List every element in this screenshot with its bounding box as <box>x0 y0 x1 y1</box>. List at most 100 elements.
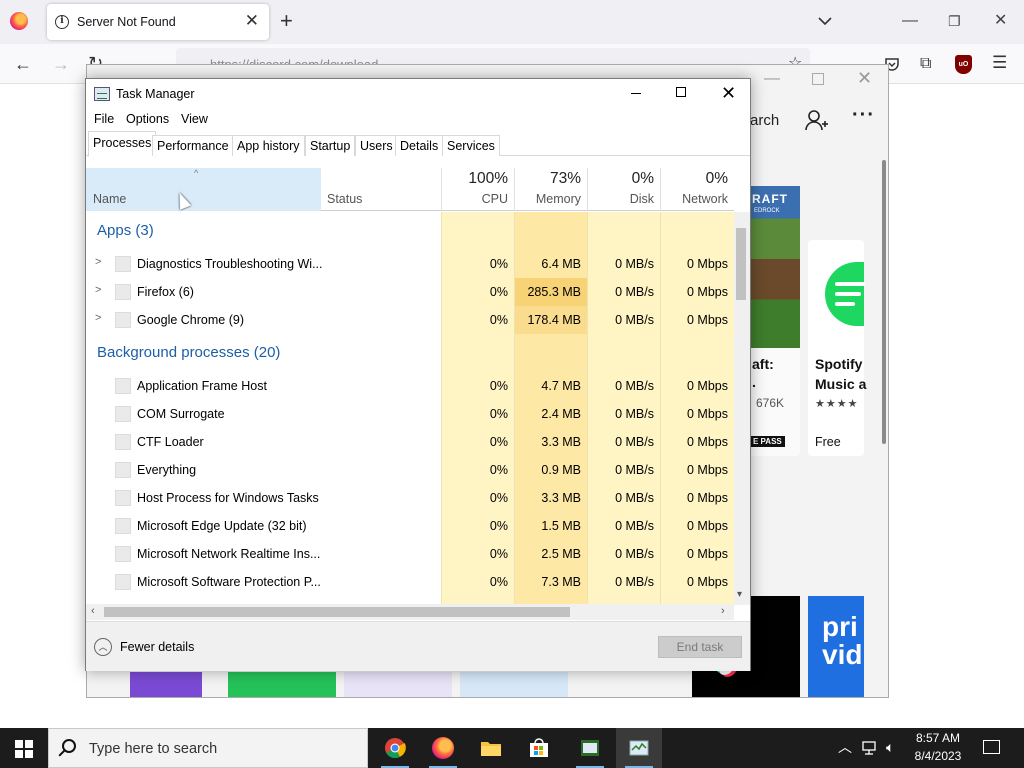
column-header-cpu[interactable]: 100% CPU <box>441 168 514 211</box>
process-name: CTF Loader <box>137 435 204 449</box>
more-options-icon[interactable]: ··· <box>852 104 875 127</box>
scroll-right-icon[interactable]: › <box>721 605 725 617</box>
scroll-left-icon[interactable]: ‹ <box>91 605 95 617</box>
taskbar-search-box[interactable]: Type here to search <box>48 728 368 768</box>
end-task-button[interactable]: End task <box>658 636 742 658</box>
process-icon <box>115 462 131 478</box>
app-tile-fragment[interactable] <box>460 672 568 697</box>
volume-icon[interactable]: 🔈︎ <box>886 739 894 755</box>
clock-date[interactable]: 8/4/2023 <box>910 749 966 763</box>
store-maximize-icon[interactable] <box>812 73 824 85</box>
table-row[interactable]: > Firefox (6) 0% 285.3 MB 0 MB/s 0 Mbps <box>86 278 734 306</box>
taskbar-store[interactable] <box>516 728 562 768</box>
expand-chevron-icon[interactable]: > <box>95 284 101 296</box>
menu-file[interactable]: File <box>94 112 114 126</box>
action-center-icon[interactable] <box>983 740 1000 754</box>
table-row[interactable]: Host Process for Windows Tasks 0% 3.3 MB… <box>86 484 734 512</box>
group-header-apps[interactable]: Apps (3) <box>86 219 734 247</box>
table-row[interactable]: Microsoft Network Realtime Ins... 0% 2.5… <box>86 540 734 568</box>
table-row[interactable]: > Diagnostics Troubleshooting Wi... 0% 6… <box>86 250 734 278</box>
taskbar-app-green[interactable] <box>567 728 613 768</box>
whatsapp-tile-fragment[interactable] <box>228 672 336 697</box>
browser-restore-icon[interactable]: ❐ <box>948 10 961 32</box>
column-header-memory[interactable]: 73% Memory <box>514 168 587 211</box>
extensions-icon[interactable]: ⧉ <box>920 54 931 74</box>
menu-bar: File Options View <box>86 109 750 129</box>
tab-services[interactable]: Services <box>442 135 500 156</box>
store-close-icon[interactable]: ✕ <box>857 68 872 89</box>
process-name: Google Chrome (9) <box>137 313 244 327</box>
process-list[interactable]: Apps (3) > Diagnostics Troubleshooting W… <box>86 212 734 604</box>
show-hidden-icons-icon[interactable]: ︿ <box>838 739 852 755</box>
disk-value: 0 MB/s <box>615 575 654 589</box>
taskbar-chrome[interactable] <box>372 728 418 768</box>
tab-performance[interactable]: Performance <box>152 135 234 156</box>
expand-chevron-icon[interactable]: > <box>95 256 101 268</box>
table-row[interactable]: Microsoft Software Protection P... 0% 7.… <box>86 568 734 596</box>
user-account-icon[interactable] <box>804 108 828 132</box>
process-icon <box>115 434 131 450</box>
chevron-up-icon[interactable]: ︿ <box>94 638 112 656</box>
close-tab-icon[interactable]: ✕ <box>245 12 259 30</box>
tab-details[interactable]: Details <box>395 135 444 156</box>
table-row[interactable]: Everything 0% 0.9 MB 0 MB/s 0 Mbps <box>86 456 734 484</box>
browser-minimize-icon[interactable]: — <box>902 10 918 32</box>
menu-view[interactable]: View <box>181 112 208 126</box>
prime-video-tile[interactable]: pri vid <box>808 596 864 697</box>
close-icon[interactable]: ✕ <box>721 82 736 104</box>
process-name: Host Process for Windows Tasks <box>137 491 319 505</box>
tab-startup[interactable]: Startup <box>305 135 356 156</box>
browser-close-icon[interactable]: ✕ <box>994 10 1007 32</box>
app-tile-fragment[interactable] <box>130 672 202 697</box>
column-header-disk[interactable]: 0% Disk <box>587 168 660 211</box>
menu-options[interactable]: Options <box>126 112 169 126</box>
store-icon <box>530 738 548 757</box>
tab-users[interactable]: Users <box>355 135 398 156</box>
tab-app-history[interactable]: App history <box>232 135 305 156</box>
disk-value: 0 MB/s <box>615 285 654 299</box>
cpu-value: 0% <box>489 285 508 299</box>
ublock-origin-icon[interactable]: uO <box>955 55 972 74</box>
back-icon[interactable]: ← <box>14 54 32 74</box>
scrollbar-thumb[interactable] <box>104 607 570 617</box>
forward-icon[interactable]: → <box>52 54 70 74</box>
scrollbar-thumb[interactable] <box>736 228 746 300</box>
app-name-line2: . <box>752 374 756 390</box>
store-search-label[interactable]: arch <box>750 112 779 129</box>
app-tile-fragment[interactable] <box>344 672 452 697</box>
column-label-status[interactable]: Status <box>327 192 362 206</box>
store-minimize-icon[interactable]: — <box>764 70 780 88</box>
network-value: 0 Mbps <box>687 547 728 561</box>
cpu-value: 0% <box>489 379 508 393</box>
cpu-value: 0% <box>489 575 508 589</box>
windows-start-icon[interactable] <box>15 740 33 758</box>
firefox-logo-icon[interactable] <box>10 12 28 30</box>
new-tab-icon[interactable]: + <box>280 9 293 33</box>
taskbar-file-explorer[interactable] <box>468 728 514 768</box>
clock-time[interactable]: 8:57 AM <box>910 731 966 745</box>
table-row[interactable]: > Google Chrome (9) 0% 178.4 MB 0 MB/s 0… <box>86 306 734 334</box>
title-bar[interactable]: Task Manager ✕ <box>86 79 750 109</box>
app-menu-icon[interactable]: ☰ <box>992 53 1007 73</box>
taskbar-firefox[interactable] <box>420 728 466 768</box>
vertical-scrollbar[interactable]: ▾ <box>734 212 750 605</box>
table-row[interactable]: COM Surrogate 0% 2.4 MB 0 MB/s 0 Mbps <box>86 400 734 428</box>
minimize-icon[interactable] <box>631 93 641 94</box>
horizontal-scrollbar[interactable]: ‹ › <box>86 604 734 620</box>
network-icon[interactable] <box>862 740 880 756</box>
table-row[interactable]: Application Frame Host 0% 4.7 MB 0 MB/s … <box>86 372 734 400</box>
list-all-tabs-icon[interactable] <box>816 12 834 30</box>
store-scrollbar[interactable] <box>882 160 886 444</box>
fewer-details-link[interactable]: Fewer details <box>120 640 194 654</box>
tab-processes[interactable]: Processes <box>88 131 157 157</box>
table-row[interactable]: Microsoft Edge Update (32 bit) 0% 1.5 MB… <box>86 512 734 540</box>
group-header-background[interactable]: Background processes (20) <box>86 341 734 369</box>
column-header-network[interactable]: 0% Network <box>660 168 734 211</box>
expand-chevron-icon[interactable]: > <box>95 312 101 324</box>
browser-tab[interactable]: i Server Not Found ✕ <box>47 4 269 40</box>
scroll-down-icon[interactable]: ▾ <box>737 589 742 600</box>
maximize-icon[interactable] <box>676 87 686 97</box>
taskbar-task-manager[interactable] <box>616 728 662 768</box>
table-row[interactable]: CTF Loader 0% 3.3 MB 0 MB/s 0 Mbps <box>86 428 734 456</box>
memory-value: 0.9 MB <box>541 463 581 477</box>
